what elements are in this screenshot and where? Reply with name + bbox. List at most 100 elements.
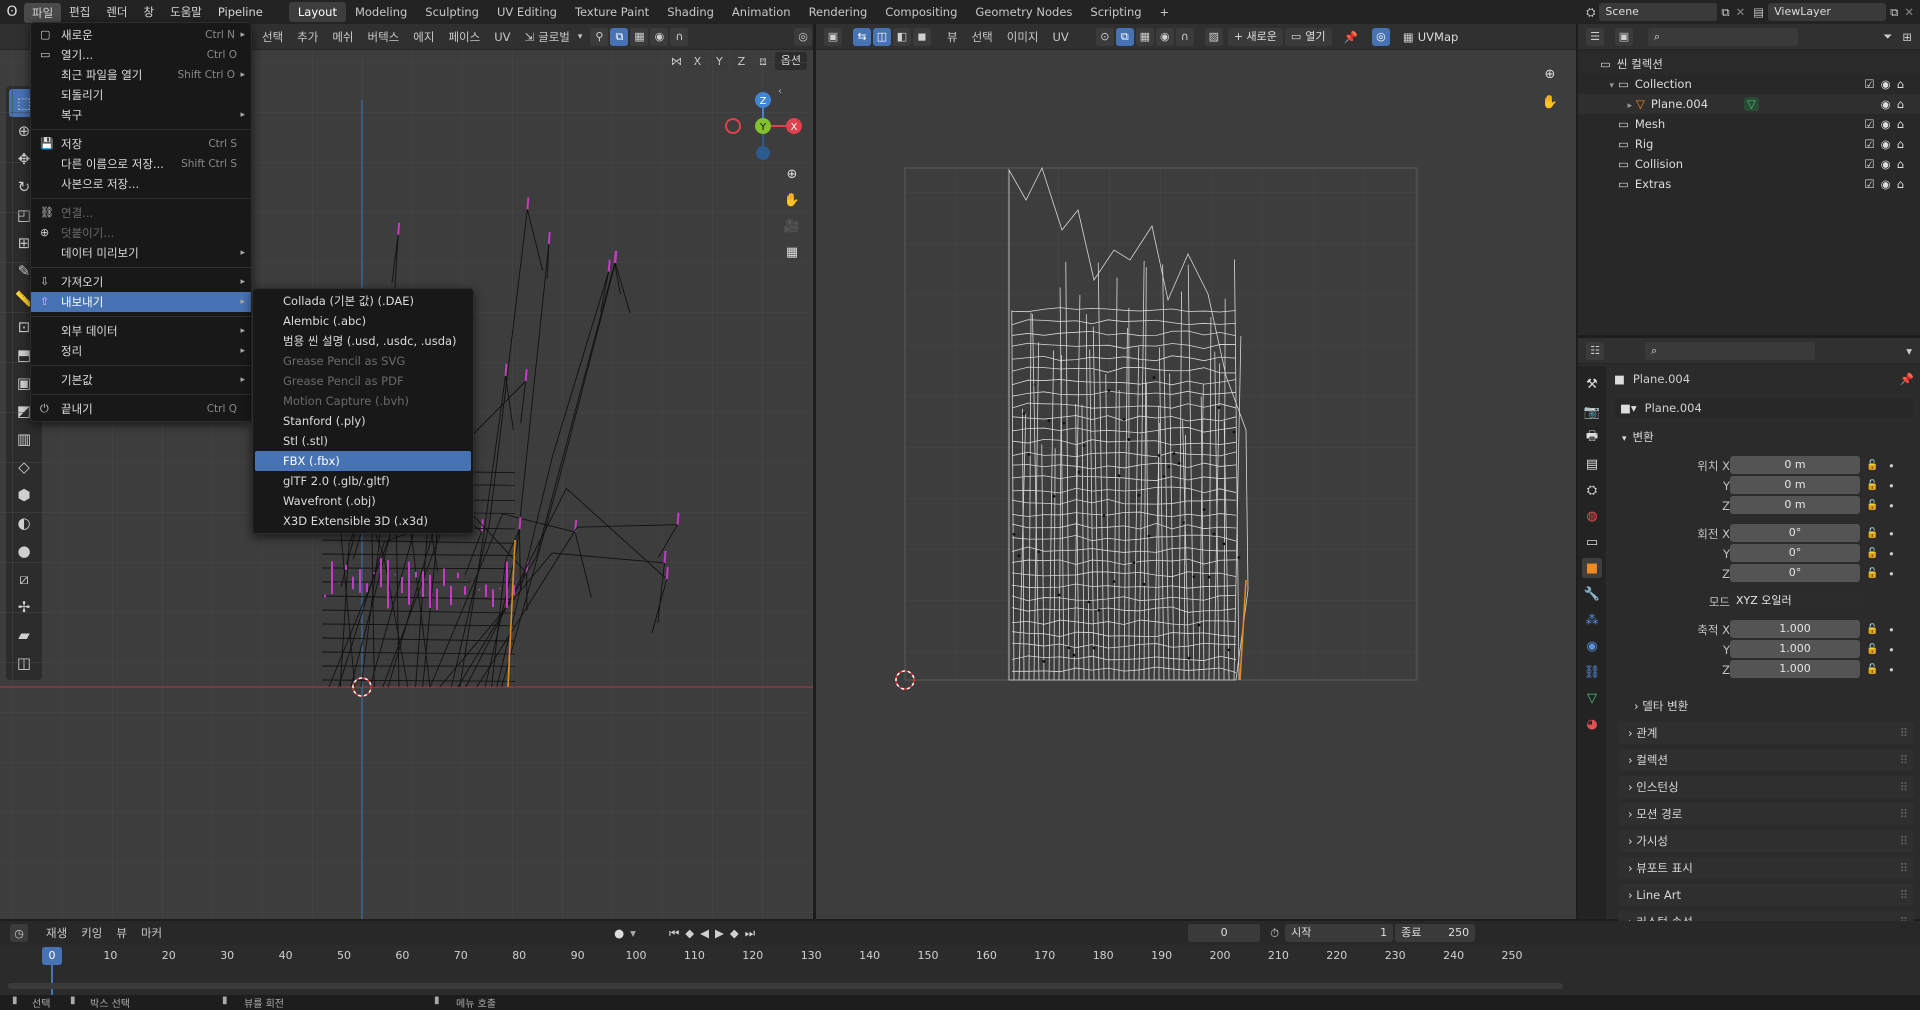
outliner-row[interactable]: ▭씬 컬렉션	[1578, 54, 1920, 74]
properties-section[interactable]: › 모션 경로⠿	[1618, 803, 1914, 825]
snap-icon[interactable]: ⧉	[610, 28, 628, 46]
material-tab-icon[interactable]: ◕	[1582, 714, 1602, 734]
uv-proportional-icon[interactable]: ◉	[1156, 28, 1174, 46]
mesh-data-icon[interactable]: ▽	[1744, 97, 1759, 111]
keyframe-dot-icon[interactable]: •	[1888, 496, 1895, 516]
keyframe-dot-icon[interactable]: •	[1888, 524, 1895, 544]
object-name-field[interactable]: ■▾ Plane.004	[1614, 398, 1914, 418]
rotation-mode-dropdown[interactable]: XYZ 오일러	[1730, 592, 1864, 610]
export-menu-item[interactable]: Wavefront (.obj)	[253, 491, 473, 511]
scene-selector[interactable]: ⛭ Scene ⧉ ✕	[1586, 3, 1745, 21]
transform-value-field[interactable]: 0 m	[1730, 456, 1860, 474]
exclude-checkbox[interactable]: ☑	[1864, 117, 1880, 131]
file-menu-item[interactable]: 사본으로 저장...	[31, 174, 251, 194]
zoom-icon[interactable]: ⊕	[782, 164, 802, 184]
workspace-tab-animation[interactable]: Animation	[723, 2, 800, 22]
menu-edit[interactable]: 편집	[61, 0, 98, 24]
end-frame-field[interactable]: 종료250	[1395, 924, 1475, 942]
editor-type-icon[interactable]: ▣	[824, 28, 842, 46]
timeline-editor-type-icon[interactable]: ◷	[10, 924, 28, 942]
output-tab-icon[interactable]: 🖶	[1582, 428, 1602, 448]
file-menu-item[interactable]: 정리▸	[31, 341, 251, 361]
file-menu-item[interactable]: 복구▸	[31, 105, 251, 125]
workspace-tab-rendering[interactable]: Rendering	[800, 2, 877, 22]
file-menu-item[interactable]: ⇧내보내기▸	[31, 292, 251, 312]
keyframe-dot-icon[interactable]: •	[1888, 476, 1895, 496]
outliner-row[interactable]: ▸ ▽Plane.004▽☑◉⌂	[1578, 94, 1920, 114]
start-frame-field[interactable]: 시작1	[1285, 924, 1393, 942]
transform-value-field[interactable]: 0 m	[1730, 496, 1860, 514]
pin-icon[interactable]: 📌	[1344, 30, 1358, 44]
uv-snap-icon[interactable]: ⧉	[1116, 28, 1134, 46]
open-image-button[interactable]: ▭열기	[1285, 28, 1332, 46]
file-menu-item[interactable]: 데이터 미리보기▸	[31, 243, 251, 263]
exclude-checkbox[interactable]: ☑	[1864, 177, 1880, 191]
sidebar-toggle-icon[interactable]: ‹	[778, 86, 782, 97]
transform-value-field[interactable]: 0°	[1730, 524, 1860, 542]
eye-icon[interactable]: ◉	[1881, 137, 1897, 151]
properties-section[interactable]: › 뷰포트 표시⠿	[1618, 857, 1914, 879]
lock-icon[interactable]: 🔓	[1866, 524, 1878, 544]
export-menu-item[interactable]: 범용 씬 설명 (.usd, .usdc, .usda)	[253, 331, 473, 351]
sync-selection-icon[interactable]: ⇆	[853, 28, 871, 46]
workspace-tab-scripting[interactable]: Scripting	[1081, 2, 1150, 22]
drag-handle-icon[interactable]: ⠿	[1900, 722, 1908, 744]
transform-value-field[interactable]: 1.000	[1730, 640, 1860, 658]
falloff-icon[interactable]: ∩	[670, 28, 688, 46]
export-menu-item[interactable]: Stanford (.ply)	[253, 411, 473, 431]
timeline-scrollbar[interactable]	[8, 983, 1563, 989]
drag-handle-icon[interactable]: ⠿	[1900, 749, 1908, 771]
file-menu-item[interactable]: ▭열기...Ctrl O	[31, 45, 251, 65]
keyframe-dot-icon[interactable]: •	[1888, 544, 1895, 564]
workspace-tab-uv-editing[interactable]: UV Editing	[488, 2, 566, 22]
exclude-checkbox[interactable]: ☑	[1864, 137, 1880, 151]
lock-icon[interactable]: 🔓	[1866, 564, 1878, 584]
uv-snap-target-icon[interactable]: ▦	[1136, 28, 1154, 46]
lock-icon[interactable]: 🔓	[1866, 660, 1878, 680]
viewport-menu-add[interactable]: 추가	[290, 29, 325, 45]
uv-canvas[interactable]	[816, 50, 1576, 919]
play-icon[interactable]: ▶	[715, 926, 724, 940]
file-menu-item[interactable]: 다른 이름으로 저장...Shift Ctrl S	[31, 154, 251, 174]
timeline-menu-keying[interactable]: 키잉	[74, 925, 109, 941]
tool-tab-icon[interactable]: ⚒	[1582, 374, 1602, 394]
workspace-tab-layout[interactable]: Layout	[289, 2, 346, 22]
properties-editor-type-icon[interactable]: ☷	[1586, 342, 1604, 360]
viewlayer-selector[interactable]: ▤ ViewLayer ⧉ ✕	[1753, 3, 1914, 21]
playhead[interactable]: 0	[42, 947, 62, 965]
file-menu-item[interactable]: 되돌리기	[31, 85, 251, 105]
uv-zoom-icon[interactable]: ⊕	[1540, 64, 1560, 84]
keyframe-dot-icon[interactable]: •	[1888, 640, 1895, 660]
stopwatch-icon[interactable]: ⏱	[1270, 926, 1279, 941]
new-image-button[interactable]: + 새로운	[1228, 28, 1283, 46]
file-menu-item[interactable]: ⛓연결...	[31, 203, 251, 223]
file-menu-item[interactable]: ⏻끝내기Ctrl Q	[31, 399, 251, 419]
properties-options-icon[interactable]: ▾	[1906, 344, 1912, 358]
menu-file[interactable]: 파일	[24, 3, 61, 23]
viewport-menu-face[interactable]: 페이스	[441, 29, 487, 45]
pivot-icon[interactable]: ⚲	[590, 28, 608, 46]
drag-handle-icon[interactable]: ⠿	[1900, 803, 1908, 825]
uv-falloff-icon[interactable]: ∩	[1176, 28, 1194, 46]
next-keyframe-icon[interactable]: ◆	[730, 926, 739, 940]
properties-section[interactable]: › Line Art⠿	[1618, 884, 1914, 906]
uv-editor[interactable]: ▣ ⇆ ◫ ◧ ◼ 뷰 선택 이미지 UV ⊙ ⧉ ▦ ◉ ∩ ▨ + 새로운 …	[816, 24, 1576, 919]
export-menu-item[interactable]: Alembic (.abc)	[253, 311, 473, 331]
outliner-row[interactable]: ▭Extras☑◉⌂	[1578, 174, 1920, 194]
outliner-row[interactable]: ▾ ▭Collection☑◉⌂	[1578, 74, 1920, 94]
proportional-edit-icon[interactable]: ◉	[650, 28, 668, 46]
properties-search-input[interactable]: ⌕	[1645, 342, 1815, 360]
indent[interactable]: ▸	[1578, 96, 1632, 116]
menu-pipeline[interactable]: Pipeline	[210, 0, 271, 24]
camera-icon[interactable]: 🎥	[782, 216, 802, 236]
keyframe-dot-icon[interactable]: •	[1888, 620, 1895, 640]
drag-handle-icon[interactable]: ⠿	[1900, 857, 1908, 879]
orientation-dropdown[interactable]: ⇲글로벌▾	[517, 29, 589, 45]
lock-icon[interactable]: 🔓	[1866, 496, 1878, 516]
keyframe-type-icon[interactable]: ▾	[630, 926, 636, 940]
gizmo-y-label[interactable]: Y	[759, 122, 767, 133]
uv-menu-uv[interactable]: UV	[1046, 30, 1076, 44]
viewlayer-name[interactable]: ViewLayer	[1768, 3, 1886, 21]
record-icon[interactable]: ●	[614, 926, 624, 940]
camera-render-icon[interactable]: ⌂	[1897, 97, 1910, 111]
